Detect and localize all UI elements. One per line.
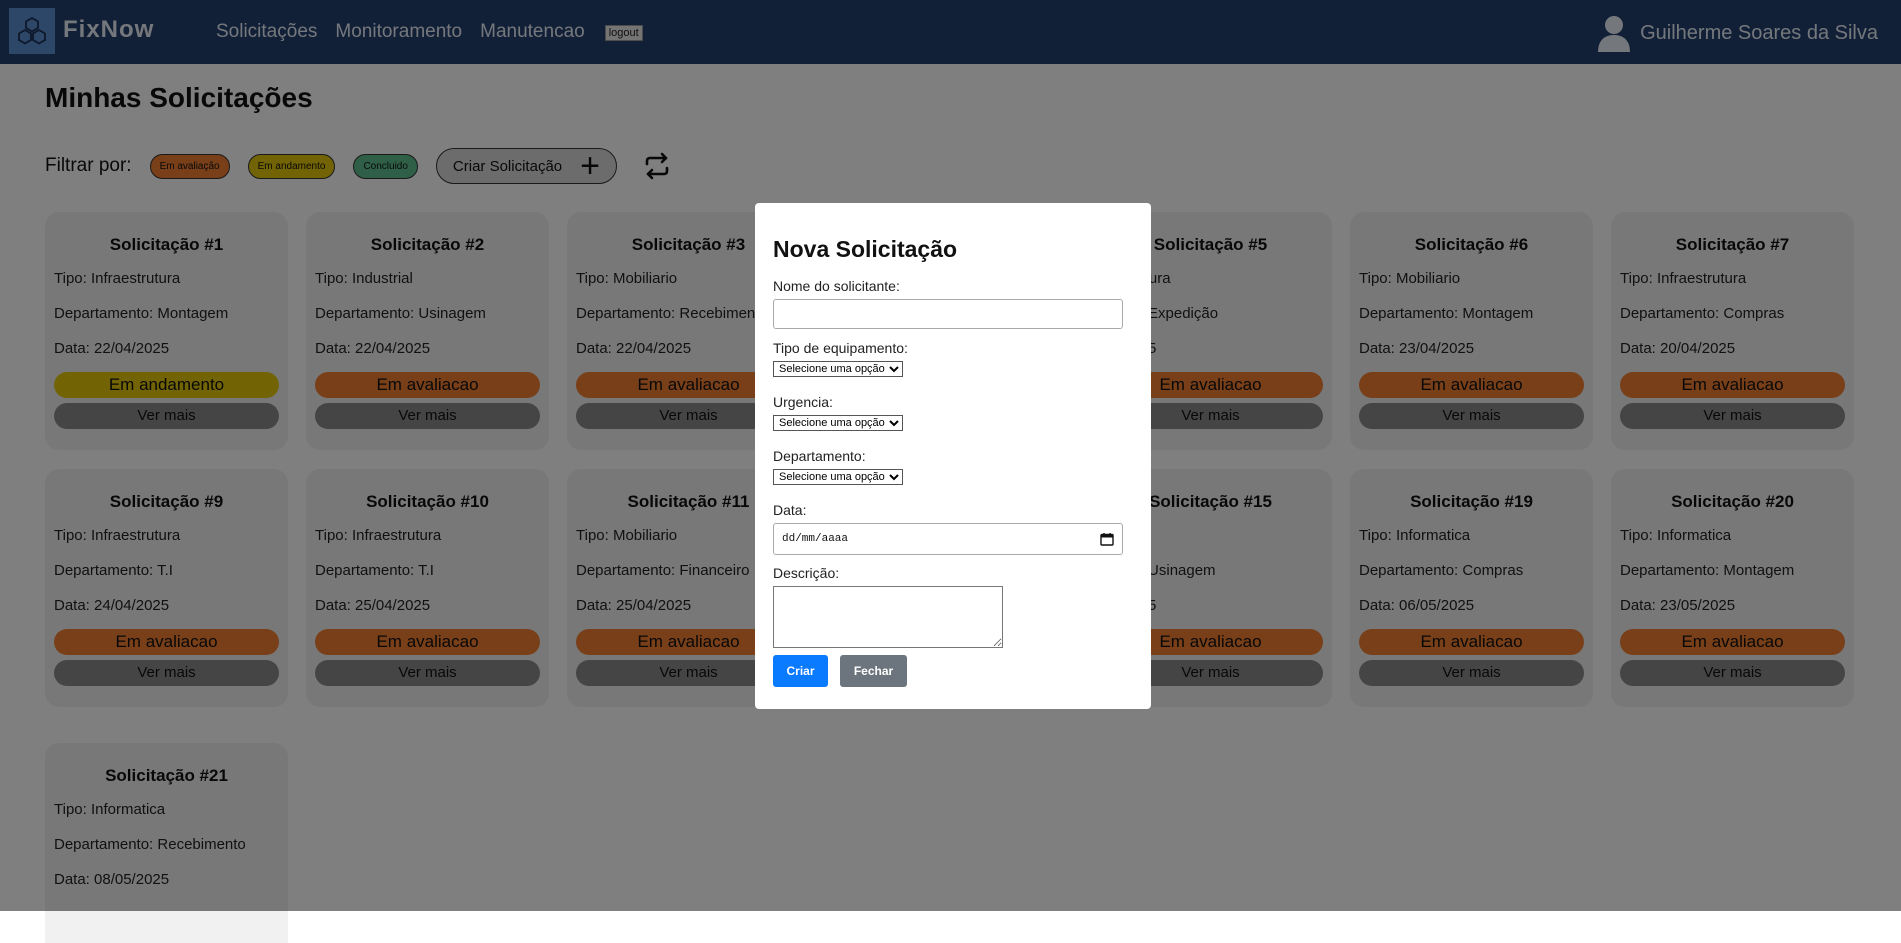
criar-button[interactable]: Criar [773, 655, 828, 687]
nome-solicitante-input[interactable] [773, 299, 1123, 329]
new-request-modal: Nova Solicitação Nome do solicitante: Ti… [755, 203, 1151, 709]
modal-actions: Criar Fechar [773, 655, 1133, 687]
descricao-textarea[interactable] [773, 586, 1003, 648]
data-input[interactable]: dd/mm/aaaa [773, 523, 1123, 555]
equipamento-label: Tipo de equipamento: [773, 340, 908, 356]
equipamento-select[interactable]: Selecione uma opção [773, 361, 903, 377]
date-placeholder: dd/mm/aaaa [782, 533, 849, 545]
urgencia-select[interactable]: Selecione uma opção [773, 415, 903, 431]
data-label: Data: [773, 502, 807, 518]
fechar-button[interactable]: Fechar [840, 655, 907, 687]
calendar-icon[interactable] [1100, 532, 1114, 546]
nome-label: Nome do solicitante: [773, 278, 900, 294]
descricao-label: Descrição: [773, 565, 840, 581]
modal-title: Nova Solicitação [773, 236, 958, 262]
departamento-select[interactable]: Selecione uma opção [773, 469, 903, 485]
urgencia-label: Urgencia: [773, 394, 833, 410]
departamento-label: Departamento: [773, 448, 866, 464]
